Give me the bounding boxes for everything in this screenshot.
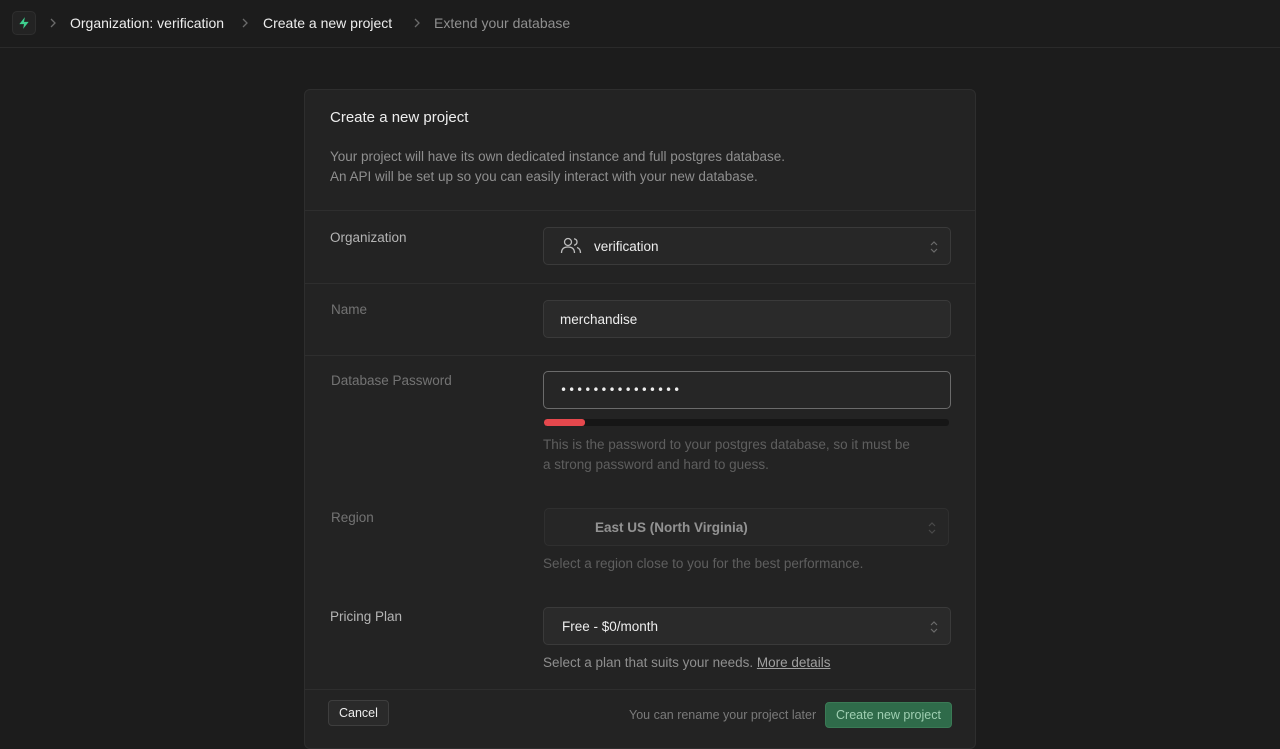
divider xyxy=(305,355,975,356)
breadcrumb-create-project[interactable]: Create a new project xyxy=(263,14,392,32)
chevron-right-icon xyxy=(46,16,60,30)
chevron-up-down-icon xyxy=(928,619,940,635)
divider xyxy=(305,689,975,690)
breadcrumb-extend-database: Extend your database xyxy=(434,15,571,31)
chevron-right-icon xyxy=(238,16,252,30)
pricing-plan-label: Pricing Plan xyxy=(330,609,403,624)
users-icon xyxy=(560,237,582,258)
chevron-right-icon xyxy=(410,16,424,30)
organization-label: Organization xyxy=(330,230,407,245)
divider xyxy=(305,210,975,211)
password-helper-line-2: a strong password and hard to guess. xyxy=(543,457,769,472)
region-value: East US (North Virginia) xyxy=(595,519,748,535)
organization-value: verification xyxy=(594,238,659,254)
pricing-plan-select[interactable]: Free - $0/month xyxy=(543,607,951,645)
more-details-link[interactable]: More details xyxy=(757,655,831,670)
pricing-helper-label: Select a plan that suits your needs. xyxy=(543,655,754,670)
password-helper-line-1: This is the password to your postgres da… xyxy=(543,437,910,452)
create-new-project-button[interactable]: Create new project xyxy=(825,702,952,728)
pricing-plan-value: Free - $0/month xyxy=(562,618,659,634)
organization-select[interactable]: verification xyxy=(543,227,951,265)
password-strength-meter xyxy=(544,419,949,426)
pricing-helper-text: Select a plan that suits your needs. Mor… xyxy=(543,653,830,673)
chevron-up-down-icon xyxy=(926,520,938,536)
password-helper-text: This is the password to your postgres da… xyxy=(543,435,910,475)
name-label: Name xyxy=(331,302,368,317)
create-project-card: Create a new project Your project will h… xyxy=(304,89,976,749)
password-value: ••••••••••••••• xyxy=(560,383,682,397)
region-helper-text: Select a region close to you for the bes… xyxy=(543,556,864,571)
region-label: Region xyxy=(331,510,374,525)
chevron-up-down-icon xyxy=(928,239,940,255)
breadcrumb-organization[interactable]: Organization: verification xyxy=(70,14,224,32)
card-description-line-2: An API will be set up so you can easily … xyxy=(330,169,758,184)
divider xyxy=(305,283,975,284)
project-name-input[interactable]: merchandise xyxy=(543,300,951,338)
card-title: Create a new project xyxy=(330,109,469,126)
database-password-input[interactable]: ••••••••••••••• xyxy=(543,371,951,409)
database-password-label: Database Password xyxy=(331,373,452,388)
project-name-value: merchandise xyxy=(560,311,638,327)
card-description-line-1: Your project will have its own dedicated… xyxy=(330,149,786,164)
region-select[interactable]: East US (North Virginia) xyxy=(544,508,949,546)
top-navigation-bar: Organization: verification Create a new … xyxy=(0,0,1280,48)
supabase-logo-icon[interactable] xyxy=(12,11,36,35)
cancel-button[interactable]: Cancel xyxy=(328,700,389,726)
card-description: Your project will have its own dedicated… xyxy=(330,147,785,187)
password-strength-fill xyxy=(544,419,585,426)
